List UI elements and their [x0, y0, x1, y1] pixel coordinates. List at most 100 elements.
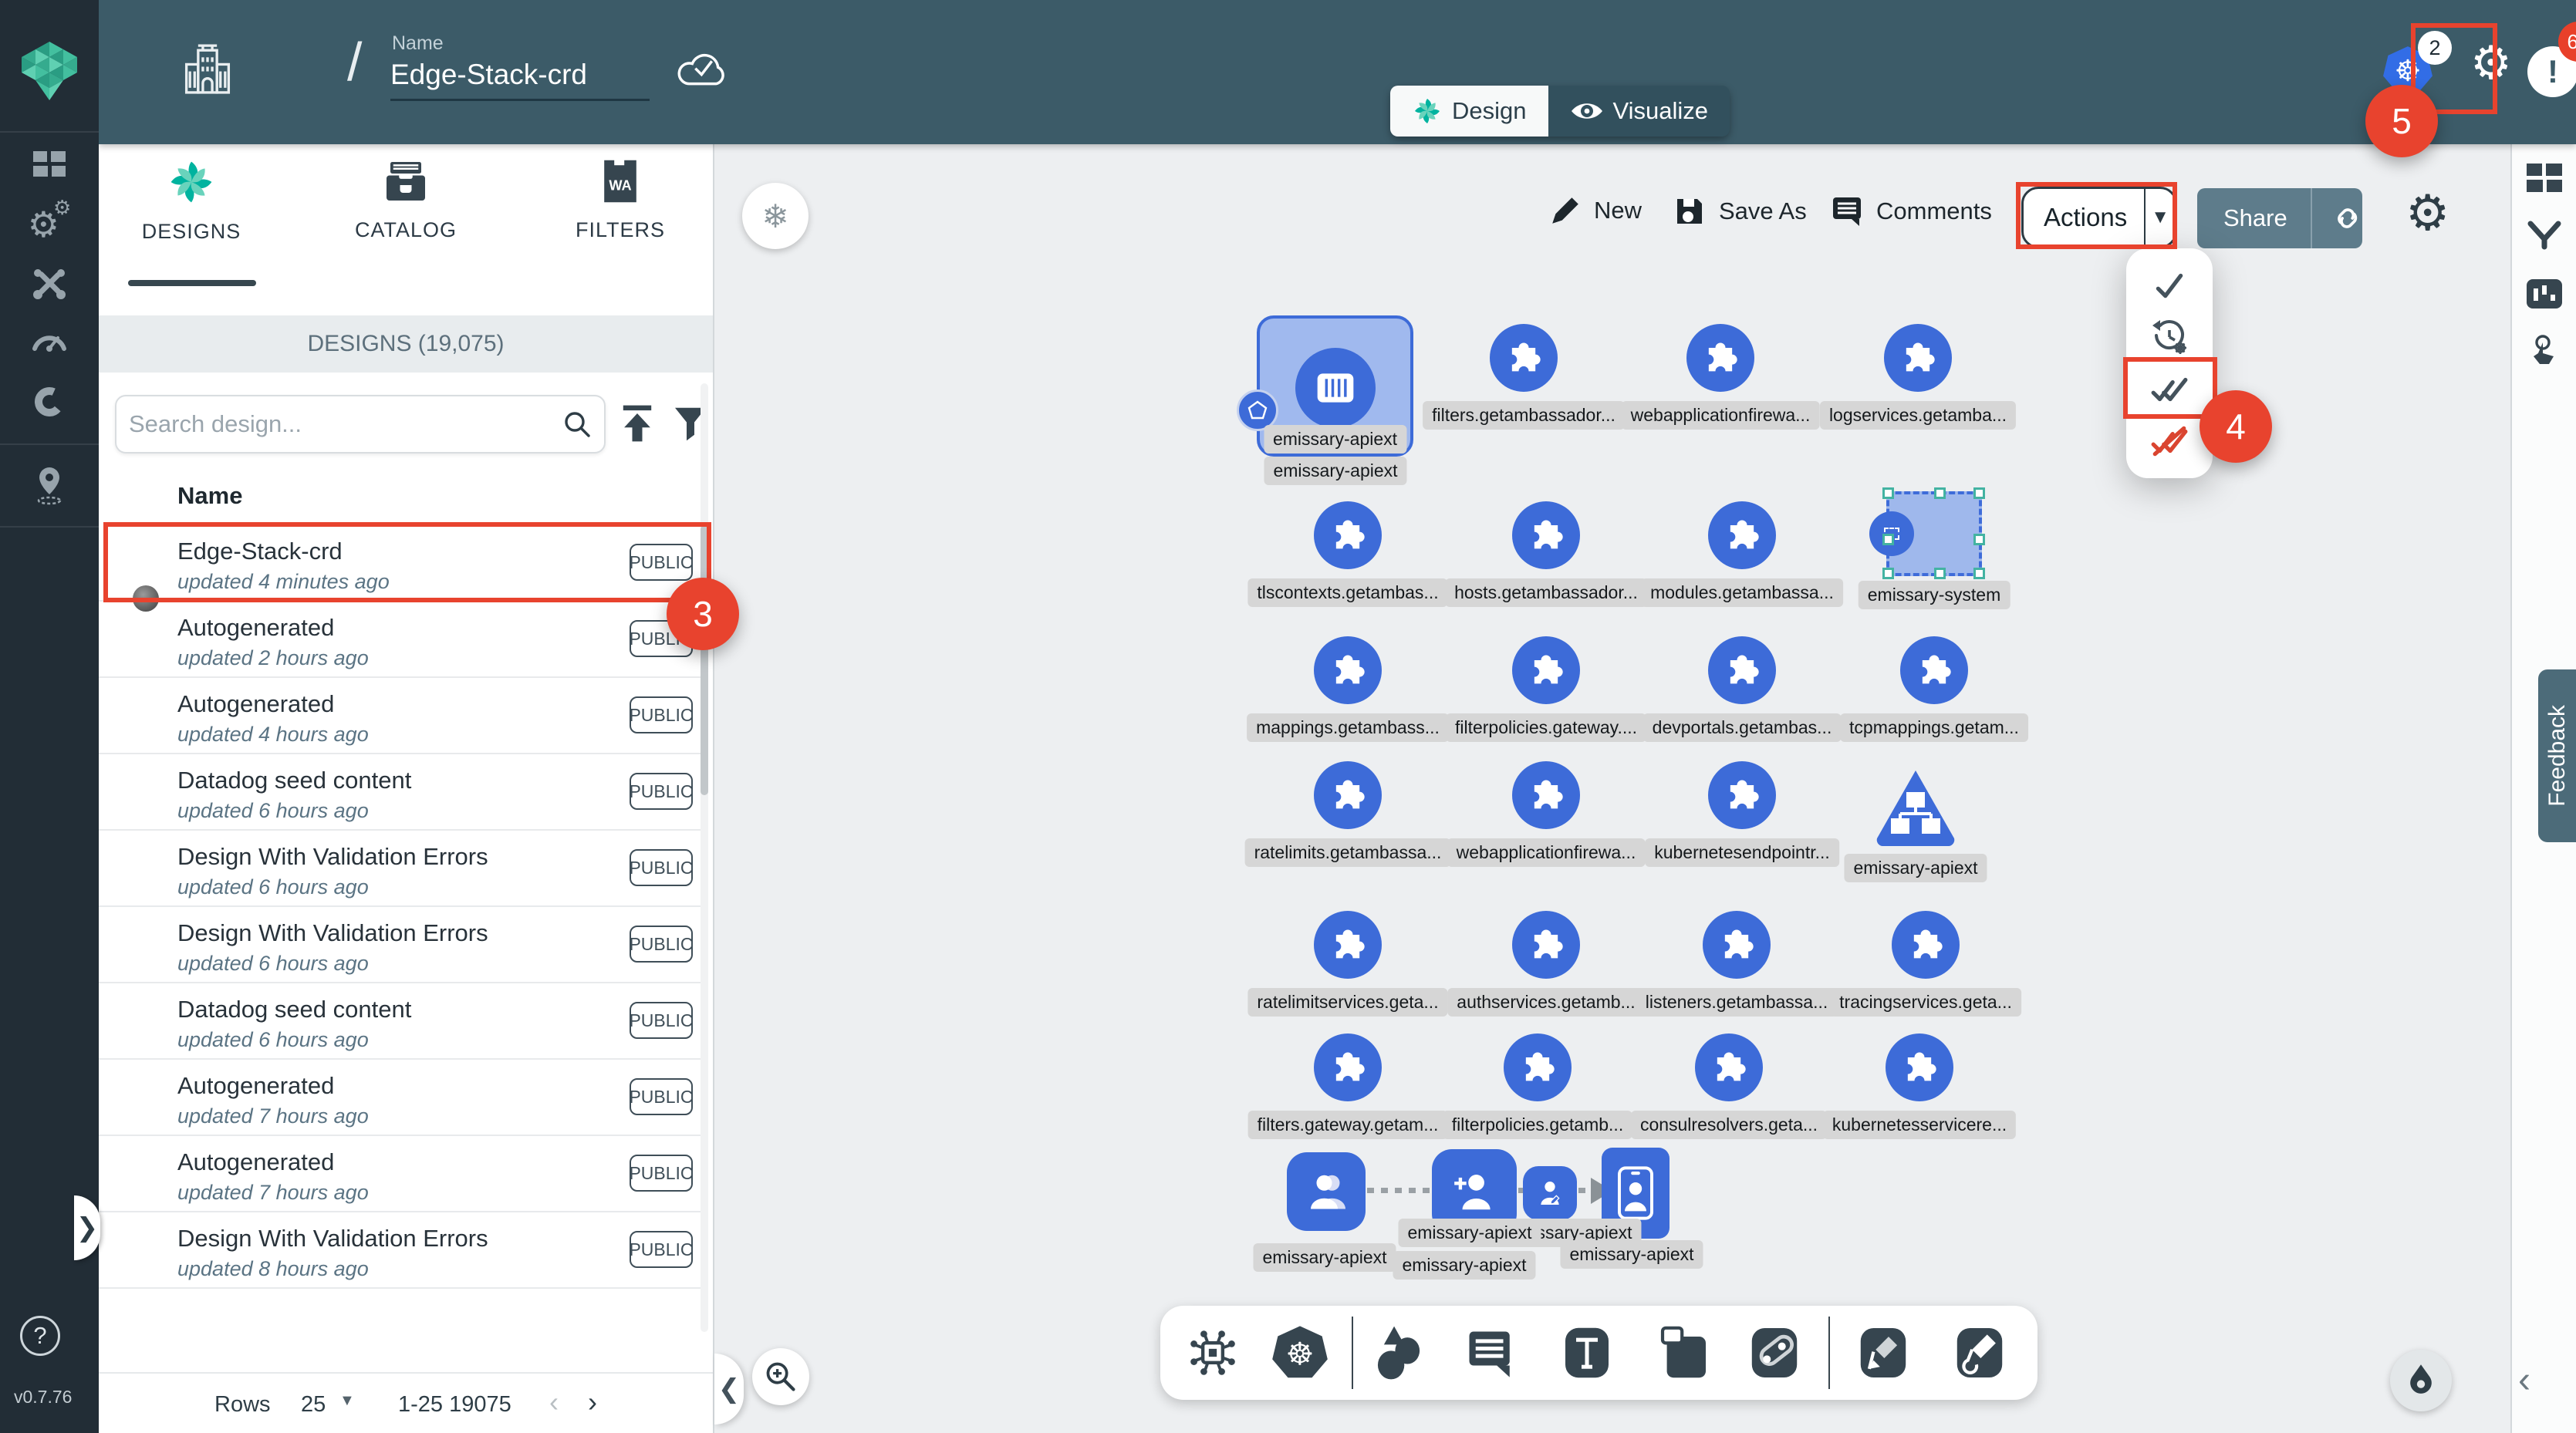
selection-handle[interactable] [1882, 568, 1894, 579]
panel-tab-catalog[interactable]: CATALOG [321, 158, 491, 242]
panel-tab-filters[interactable]: WA FILTERS [535, 158, 705, 242]
component-node-label: ratelimits.getambassa... [1245, 838, 1451, 867]
sidebar-item-lifecycle[interactable]: ⚙⚙ [0, 207, 99, 242]
canvas-freeze-button[interactable]: ❄ [742, 183, 809, 249]
sidebar-item-performance[interactable] [0, 327, 99, 353]
user-edit-node[interactable] [1523, 1166, 1577, 1220]
component-node[interactable] [1512, 501, 1580, 569]
sidebar-item-kanvas[interactable] [0, 466, 99, 506]
component-node[interactable] [1512, 636, 1580, 704]
tab-design[interactable]: Design [1390, 86, 1548, 137]
rows-select-caret-icon[interactable]: ▼ [339, 1392, 355, 1410]
freehand-draw-tool-icon[interactable] [1955, 1326, 2004, 1380]
design-list-row[interactable]: Autogeneratedupdated 7 hours agoPUBLIC [99, 1136, 708, 1212]
design-list-row[interactable]: Autogeneratedupdated 7 hours agoPUBLIC [99, 1060, 708, 1136]
selection-handle[interactable] [1934, 568, 1946, 579]
copy-link-icon[interactable] [2332, 203, 2362, 234]
kubernetes-tool-icon[interactable]: ☸ [1271, 1324, 1329, 1381]
design-list-row[interactable]: Autogeneratedupdated 4 hours agoPUBLIC [99, 678, 708, 754]
panel-collapse-chevron[interactable]: ❮ [714, 1354, 744, 1425]
canvas-collapse-chevron[interactable]: ‹ [2518, 1359, 2530, 1401]
annotation-comment-icon[interactable] [1465, 1327, 1516, 1378]
dock-validate-icon[interactable] [2526, 219, 2563, 251]
ink-pen-button[interactable] [2390, 1350, 2452, 1411]
rows-per-page-select[interactable]: 25 [301, 1392, 326, 1418]
next-page-button[interactable]: › [588, 1386, 597, 1418]
design-list-row[interactable]: Design With Validation Errorsupdated 6 h… [99, 907, 708, 983]
sidebar-item-dashboard[interactable] [0, 151, 99, 180]
save-as-button[interactable]: Save As [1673, 194, 1807, 228]
zoom-button[interactable] [752, 1348, 809, 1405]
component-node[interactable] [1314, 761, 1382, 829]
component-node[interactable] [1708, 501, 1776, 569]
component-node[interactable] [1314, 501, 1382, 569]
filters-tab-icon: WA [600, 158, 640, 204]
selection-handle[interactable] [1973, 534, 1985, 545]
search-input[interactable] [129, 410, 562, 438]
component-node[interactable] [1886, 1033, 1953, 1101]
component-node[interactable] [1314, 911, 1382, 979]
component-node[interactable] [1884, 324, 1952, 392]
menu-item-dry-run[interactable] [2145, 315, 2194, 359]
shapes-tool-icon[interactable] [1373, 1324, 1427, 1381]
sidebar-item-configuration[interactable] [0, 267, 99, 301]
component-node[interactable] [1490, 324, 1558, 392]
canvas-settings-gear-icon[interactable]: ⚙ [2406, 188, 2449, 238]
help-button[interactable]: ? [20, 1316, 60, 1356]
tab-visualize[interactable]: Visualize [1548, 86, 1730, 137]
component-node[interactable] [1504, 1033, 1572, 1101]
component-node[interactable] [1512, 761, 1580, 829]
selection-handle[interactable] [1934, 487, 1946, 499]
component-node[interactable] [1695, 1033, 1763, 1101]
design-list-row[interactable]: Design With Validation Errorsupdated 6 h… [99, 831, 708, 907]
pagination-bar: Rows 25 ▼ 1-25 19075 ‹ › [99, 1372, 713, 1433]
dock-dashboard-icon[interactable] [2527, 164, 2562, 194]
panel-tab-designs[interactable]: DESIGNS [106, 158, 276, 244]
component-node[interactable] [1314, 1033, 1382, 1101]
component-node[interactable] [1314, 636, 1382, 704]
search-icon[interactable] [562, 410, 592, 439]
deployment-triangle-node[interactable] [1872, 766, 1959, 848]
design-list-row[interactable]: Datadog seed contentupdated 6 hours agoP… [99, 754, 708, 831]
menu-item-undeploy[interactable] [2145, 420, 2194, 463]
comments-button[interactable]: Comments [1830, 194, 1992, 228]
design-list-row[interactable]: Design With Validation Errorsupdated 8 h… [99, 1212, 708, 1289]
selected-component-node[interactable]: emissary-apiext [1257, 315, 1413, 457]
design-name-input[interactable] [390, 59, 650, 101]
meshery-logo[interactable] [15, 40, 83, 102]
import-design-icon[interactable] [617, 403, 657, 443]
design-name: Autogenerated [177, 1148, 334, 1176]
feedback-tab[interactable]: Feedback [2538, 669, 2576, 842]
app-header: / Name Design [99, 0, 2576, 144]
design-list-row[interactable]: Autogeneratedupdated 2 hours agoPUBLIC [99, 602, 708, 678]
sticky-note-tool-icon[interactable] [1660, 1326, 1708, 1380]
selection-handle[interactable] [1973, 568, 1985, 579]
design-list-row[interactable]: Datadog seed contentupdated 6 hours agoP… [99, 983, 708, 1060]
prev-page-button[interactable]: ‹ [549, 1386, 559, 1418]
selection-handle[interactable] [1973, 487, 1985, 499]
designs-list: Edge-Stack-crdupdated 4 minutes agoPUBLI… [99, 525, 708, 1289]
component-node[interactable] [1708, 636, 1776, 704]
component-node[interactable] [1686, 324, 1754, 392]
component-node[interactable] [1900, 636, 1968, 704]
share-button[interactable]: Share [2197, 188, 2362, 248]
menu-item-validate[interactable] [2145, 264, 2194, 307]
component-shapes-icon[interactable] [1185, 1325, 1241, 1381]
relationship-link-tool-icon[interactable] [1750, 1326, 1799, 1380]
sidebar-item-extensions[interactable] [0, 384, 99, 420]
new-button[interactable]: New [1549, 194, 1642, 227]
dock-gesture-icon[interactable] [2527, 333, 2561, 367]
selection-handle[interactable] [1882, 534, 1894, 545]
users-node[interactable] [1287, 1152, 1366, 1231]
component-node[interactable] [1708, 761, 1776, 829]
design-name: Autogenerated [177, 1072, 334, 1100]
selection-handle[interactable] [1882, 487, 1894, 499]
selected-namespace-node[interactable] [1886, 491, 1982, 576]
component-node[interactable] [1892, 911, 1960, 979]
component-node[interactable] [1512, 911, 1580, 979]
component-node[interactable] [1703, 911, 1771, 979]
organization-icon[interactable] [181, 39, 235, 97]
text-tool-icon[interactable] [1562, 1326, 1612, 1380]
dock-details-icon[interactable] [2527, 279, 2562, 309]
draw-arrow-tool-icon[interactable] [1859, 1326, 1908, 1380]
